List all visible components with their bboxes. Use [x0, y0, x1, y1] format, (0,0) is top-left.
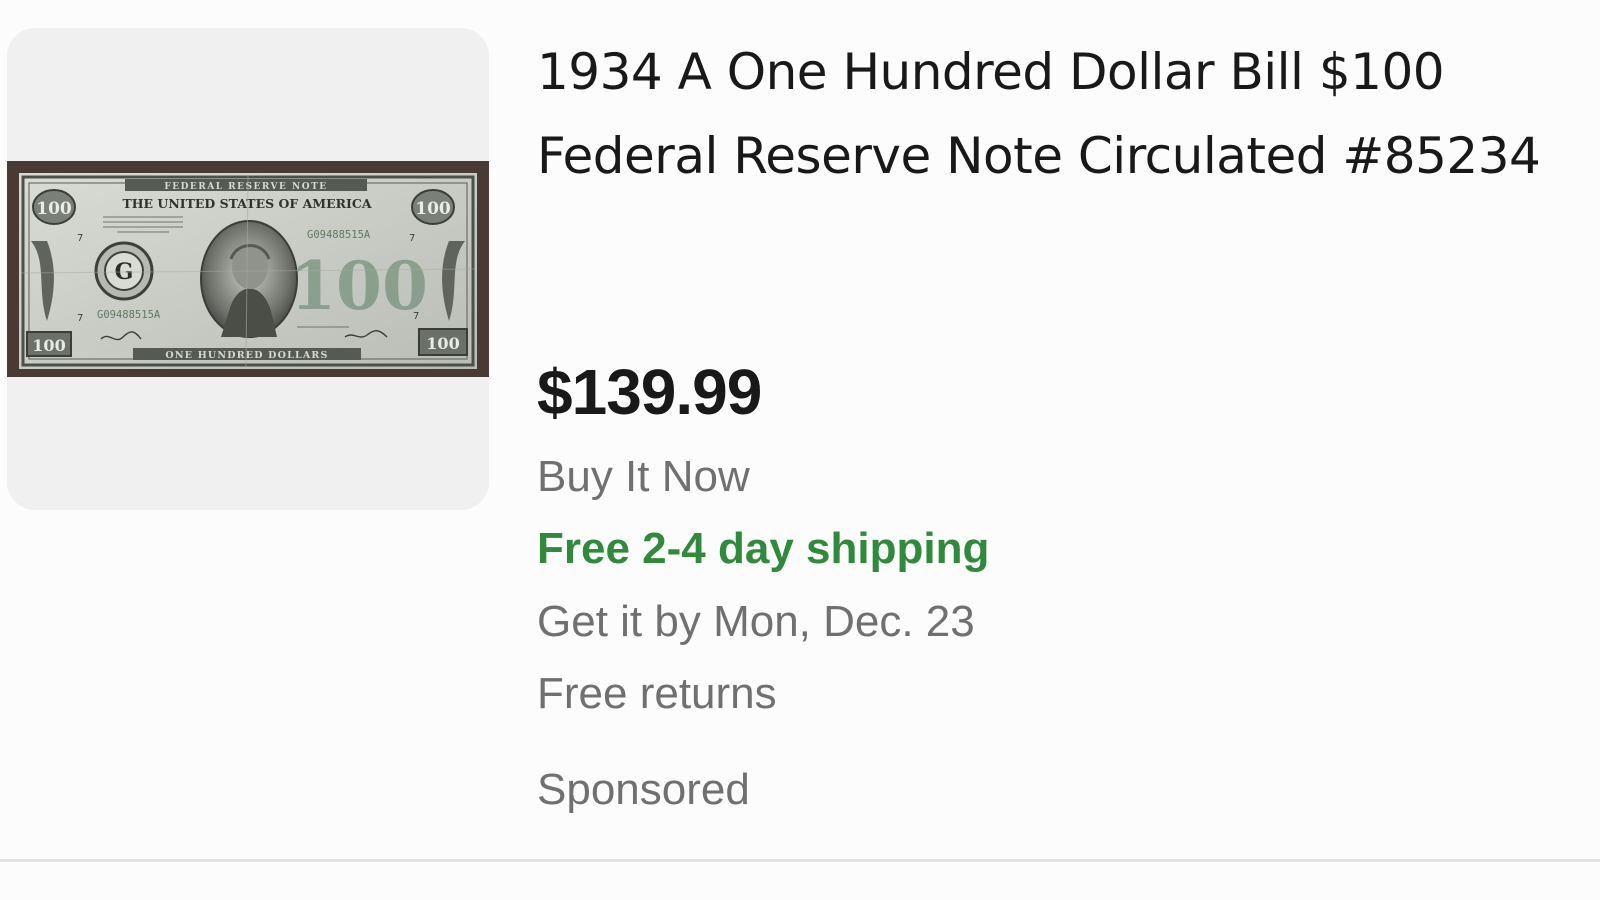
shipping-info: Free 2-4 day shipping — [537, 524, 990, 573]
serial-number-top: G09488515A — [307, 229, 371, 241]
svg-text:7: 7 — [77, 313, 83, 324]
corner-value-top-left: 100 — [32, 189, 76, 225]
sponsored-label: Sponsored — [537, 765, 750, 814]
note-top-banner: FEDERAL RESERVE NOTE — [164, 182, 327, 192]
svg-text:100: 100 — [32, 336, 65, 355]
listing-divider — [0, 859, 1600, 862]
portrait — [200, 220, 298, 338]
listing-thumbnail[interactable]: FEDERAL RESERVE NOTE THE UNITED STATES O… — [7, 28, 489, 510]
district-seal: G — [94, 241, 154, 301]
corner-value-top-right: 100 — [411, 189, 455, 225]
returns-info: Free returns — [537, 669, 777, 718]
svg-text:100: 100 — [415, 199, 451, 219]
listing-details: 1934 A One Hundred Dollar Bill $100 Fede… — [537, 30, 1577, 814]
banknote-image: FEDERAL RESERVE NOTE THE UNITED STATES O… — [7, 161, 489, 377]
note-bottom-banner: ONE HUNDRED DOLLARS — [165, 350, 328, 361]
buying-format: Buy It Now — [537, 452, 750, 501]
serial-number-bottom: G09488515A — [97, 309, 161, 321]
svg-text:100: 100 — [426, 334, 459, 353]
delivery-estimate: Get it by Mon, Dec. 23 — [537, 597, 975, 646]
listing-title[interactable]: 1934 A One Hundred Dollar Bill $100 Fede… — [537, 30, 1577, 198]
corner-value-bottom-right: 100 — [418, 328, 468, 356]
svg-text:7: 7 — [409, 233, 415, 244]
listing-card[interactable]: FEDERAL RESERVE NOTE THE UNITED STATES O… — [0, 0, 1600, 880]
note-header: THE UNITED STATES OF AMERICA — [122, 196, 371, 211]
corner-value-bottom-left: 100 — [26, 331, 72, 357]
svg-text:7: 7 — [77, 233, 83, 244]
svg-text:100: 100 — [36, 199, 72, 219]
center-value: 100 — [290, 247, 428, 325]
listing-price: $139.99 — [537, 356, 762, 428]
